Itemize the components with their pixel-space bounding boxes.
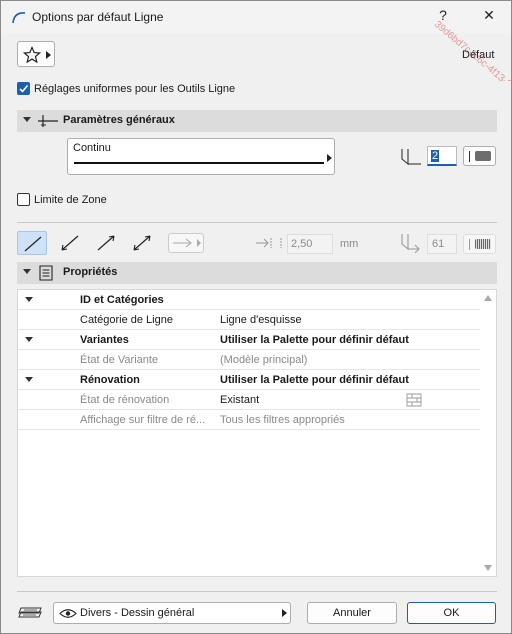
- watermark: 39d6bd7c-fc6c-4f13-9456-5d836d701c6b: [431, 1, 511, 81]
- properties-scrollbar[interactable]: [480, 290, 496, 576]
- layer-dropdown[interactable]: Divers - Dessin général: [53, 602, 291, 624]
- plain-line-icon: [24, 236, 42, 252]
- arrow-length-input[interactable]: 2,50: [287, 234, 333, 254]
- both-arrows-icon: [133, 235, 151, 251]
- separator: [17, 591, 497, 592]
- arrow-length-icon: [256, 238, 282, 248]
- divider: [469, 151, 470, 162]
- chevron-right-icon: [46, 51, 51, 59]
- dialog-title: Options par défaut Ligne: [32, 10, 164, 24]
- zone-boundary-label: Limite de Zone: [34, 194, 107, 206]
- start-arrow-tool[interactable]: [55, 231, 85, 255]
- arrow-pen-input[interactable]: 61: [427, 234, 457, 254]
- collapse-triangle-icon: [25, 297, 33, 302]
- divider: [469, 239, 470, 250]
- general-parameters-label: Paramètres généraux: [63, 114, 175, 126]
- collapse-triangle-icon: [23, 117, 31, 122]
- end-arrow-icon: [97, 235, 115, 251]
- pen-number-input[interactable]: 2: [427, 146, 457, 166]
- layers-icon: [18, 607, 42, 618]
- arrow-pen-icon: [401, 234, 420, 254]
- uniform-settings-checkbox[interactable]: [17, 82, 30, 95]
- chevron-right-icon: [327, 154, 332, 162]
- uniform-settings-label: Réglages uniformes pour les Outils Ligne: [34, 83, 236, 95]
- check-icon: [19, 84, 29, 93]
- line-type-preview: [74, 162, 324, 164]
- cancel-button[interactable]: Annuler: [307, 602, 397, 624]
- line-tool-icon: [12, 12, 26, 24]
- properties-table: ID et Catégories Catégorie de Ligne Lign…: [17, 289, 497, 577]
- brick-wall-icon: [406, 393, 422, 407]
- zone-boundary-checkbox[interactable]: [17, 193, 30, 206]
- plain-line-tool[interactable]: [17, 231, 47, 255]
- pen-color-swatch: [475, 239, 491, 249]
- pen-color-swatch: [475, 151, 491, 161]
- layer-name: Divers - Dessin général: [80, 607, 195, 619]
- end-arrow-tool[interactable]: [91, 231, 121, 255]
- favorite-status-label: Défaut: [462, 49, 495, 61]
- line-type-value: Continu: [73, 142, 111, 154]
- table-row[interactable]: Variantes Utiliser la Palette pour défin…: [18, 330, 482, 350]
- table-row[interactable]: Catégorie de Ligne Ligne d'esquisse: [18, 310, 482, 330]
- pen-icon: [401, 149, 421, 166]
- general-parameters-header[interactable]: Paramètres généraux: [17, 110, 497, 132]
- dialog-window: Options par défaut Ligne ? ✕ 39d6bd7c-fc…: [0, 0, 512, 634]
- collapse-triangle-icon: [25, 337, 33, 342]
- line-parameters-icon: [38, 115, 58, 127]
- table-row[interactable]: Rénovation Utiliser la Palette pour défi…: [18, 370, 482, 390]
- properties-label: Propriétés: [63, 266, 118, 278]
- both-arrows-tool[interactable]: [127, 231, 157, 255]
- table-row[interactable]: État de rénovation Existant: [18, 390, 482, 410]
- favorites-button[interactable]: [17, 41, 55, 67]
- table-row[interactable]: ID et Catégories: [18, 290, 482, 310]
- arrow-right-icon: [173, 238, 201, 248]
- properties-header[interactable]: Propriétés: [17, 262, 497, 284]
- arrow-pen-color-button[interactable]: [463, 234, 496, 254]
- eye-icon: [59, 609, 77, 618]
- line-type-dropdown[interactable]: Continu: [67, 138, 335, 175]
- separator: [17, 222, 497, 223]
- pen-color-button[interactable]: [463, 146, 496, 166]
- table-row[interactable]: Affichage sur filtre de ré... Tous les f…: [18, 410, 482, 430]
- scroll-down-icon[interactable]: [484, 565, 492, 571]
- document-icon: [39, 265, 53, 281]
- table-row[interactable]: État de Variante (Modèle principal): [18, 350, 482, 370]
- ok-button[interactable]: OK: [407, 602, 496, 624]
- collapse-triangle-icon: [25, 377, 33, 382]
- star-icon: [23, 46, 41, 64]
- chevron-right-icon: [282, 609, 287, 617]
- start-arrow-icon: [61, 235, 79, 251]
- collapse-triangle-icon: [23, 269, 31, 274]
- arrow-length-unit: mm: [340, 238, 359, 250]
- arrow-type-dropdown[interactable]: [168, 233, 204, 253]
- scroll-up-icon[interactable]: [484, 295, 492, 301]
